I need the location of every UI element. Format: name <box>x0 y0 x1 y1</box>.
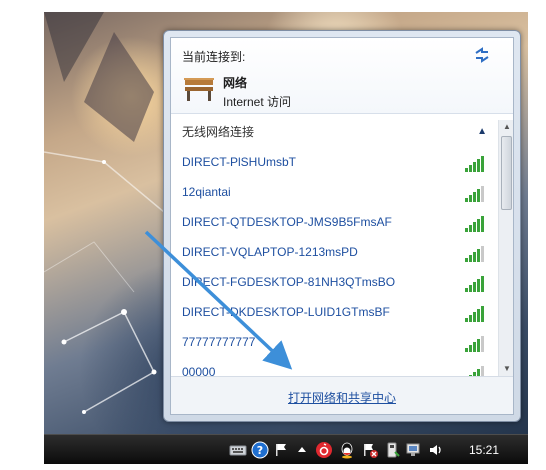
signal-bar <box>481 336 484 352</box>
network-icon[interactable] <box>405 441 423 459</box>
signal-bar <box>465 348 468 352</box>
current-network-name: 网络 <box>223 76 248 90</box>
current-connection-section: 当前连接到: 网络 Internet 访问 <box>171 38 513 114</box>
show-hidden-icons-icon[interactable] <box>293 441 311 459</box>
wireless-section-header[interactable]: 无线网络连接 ▲ <box>171 120 493 144</box>
flag-icon[interactable] <box>273 441 291 459</box>
signal-bar <box>469 165 472 172</box>
wireless-network-item[interactable]: DIRECT-QTDESKTOP-JMS9B5FmsAF <box>171 208 493 238</box>
network-ssid: DIRECT-FGDESKTOP-81NH3QTmsBO <box>182 275 396 289</box>
chevron-up-icon[interactable]: ▲ <box>477 120 487 144</box>
flyout-footer: 打开网络和共享中心 <box>171 376 513 414</box>
signal-bar <box>465 198 468 202</box>
network-bench-icon <box>184 78 214 101</box>
scrollbar[interactable]: ▲ ▼ <box>498 120 513 376</box>
scroll-down-arrow-icon[interactable]: ▼ <box>499 362 513 376</box>
open-network-sharing-center-link[interactable]: 打开网络和共享中心 <box>171 389 513 406</box>
signal-bar <box>481 276 484 292</box>
signal-bar <box>469 225 472 232</box>
signal-strength-icon <box>469 366 484 376</box>
signal-bar <box>477 219 480 232</box>
wireless-network-item[interactable]: DIRECT-PlSHUmsbT <box>171 148 493 178</box>
network-ssid: DIRECT-DKDESKTOP-LUID1GTmsBF <box>182 305 390 319</box>
connected-label: 当前连接到: <box>182 50 246 64</box>
signal-bar <box>481 246 484 262</box>
qq-icon[interactable] <box>338 441 356 459</box>
signal-bar <box>473 282 476 292</box>
network-flyout-panel: 当前连接到: 网络 Internet 访问 无线网络连接 ▲ DIRECT-Pl… <box>170 37 514 415</box>
signal-strength-icon <box>465 246 484 262</box>
signal-bar <box>477 249 480 262</box>
taskbar: ? 15:21 <box>44 434 528 464</box>
network-ssid: DIRECT-QTDESKTOP-JMS9B5FmsAF <box>182 215 392 229</box>
signal-strength-icon <box>465 186 484 202</box>
network-ssid: 00000 <box>182 365 216 376</box>
signal-bar <box>477 279 480 292</box>
signal-bar <box>469 315 472 322</box>
signal-bar <box>469 195 472 202</box>
signal-strength-icon <box>465 276 484 292</box>
refresh-icon[interactable] <box>473 46 491 64</box>
network-flyout: 当前连接到: 网络 Internet 访问 无线网络连接 ▲ DIRECT-Pl… <box>163 30 521 422</box>
network-ssid: 77777777777 <box>182 335 256 349</box>
volume-icon[interactable] <box>427 441 445 459</box>
network-ssid: DIRECT-VQLAPTOP-1213msPD <box>182 245 358 259</box>
wireless-network-item[interactable]: 77777777777 <box>171 328 493 358</box>
wireless-network-item[interactable]: DIRECT-DKDESKTOP-LUID1GTmsBF <box>171 298 493 328</box>
signal-bar <box>473 162 476 172</box>
signal-strength-icon <box>465 156 484 172</box>
svg-text:?: ? <box>257 444 263 457</box>
signal-bar <box>477 159 480 172</box>
signal-bar <box>477 339 480 352</box>
signal-strength-icon <box>465 306 484 322</box>
signal-bar <box>477 309 480 322</box>
current-network-status: Internet 访问 <box>223 95 292 109</box>
system-clock[interactable]: 15:21 <box>469 443 499 457</box>
help-icon[interactable]: ? <box>251 441 269 459</box>
wireless-network-item[interactable]: 12qiantai <box>171 178 493 208</box>
signal-bar <box>481 216 484 232</box>
keyboard-icon[interactable] <box>229 441 247 459</box>
wireless-network-list: DIRECT-PlSHUmsbT 12qiantai DIRECT-QTDESKTO… <box>171 148 493 376</box>
signal-bar <box>481 366 484 376</box>
signal-bar <box>481 186 484 202</box>
wireless-section-title: 无线网络连接 <box>182 125 255 139</box>
network-ssid: 12qiantai <box>182 185 231 199</box>
scroll-up-arrow-icon[interactable]: ▲ <box>499 120 513 134</box>
signal-bar <box>465 258 468 262</box>
signal-strength-icon <box>465 216 484 232</box>
network-ssid: DIRECT-PlSHUmsbT <box>182 155 297 169</box>
signal-bar <box>469 345 472 352</box>
signal-bar <box>481 306 484 322</box>
signal-bar <box>473 312 476 322</box>
signal-bar <box>473 252 476 262</box>
wireless-network-item[interactable]: DIRECT-FGDESKTOP-81NH3QTmsBO <box>171 268 493 298</box>
signal-bar <box>477 189 480 202</box>
signal-bar <box>473 342 476 352</box>
action-center-icon[interactable] <box>361 441 379 459</box>
signal-bar <box>465 288 468 292</box>
netease-music-icon[interactable] <box>315 441 333 459</box>
wireless-network-item[interactable]: 00000 <box>171 358 493 376</box>
signal-bar <box>473 222 476 232</box>
signal-strength-icon <box>465 336 484 352</box>
signal-bar <box>465 318 468 322</box>
signal-bar <box>465 168 468 172</box>
usb-device-icon[interactable] <box>383 441 401 459</box>
signal-bar <box>469 285 472 292</box>
signal-bar <box>469 255 472 262</box>
signal-bar <box>477 369 480 376</box>
signal-bar <box>481 156 484 172</box>
wireless-network-item[interactable]: DIRECT-VQLAPTOP-1213msPD <box>171 238 493 268</box>
scroll-thumb[interactable] <box>501 136 512 210</box>
signal-bar <box>473 192 476 202</box>
signal-bar <box>465 228 468 232</box>
